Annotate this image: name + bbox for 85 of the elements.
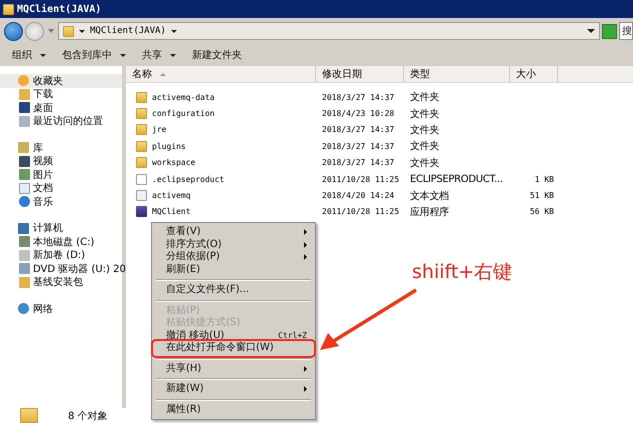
menu-item[interactable]: 在此处打开命令窗口(W) [154, 342, 313, 354]
dropdown-caret-icon [587, 29, 595, 33]
table-cell-text: 2018/3/27 14:37 [321, 158, 396, 168]
sidebar-item[interactable]: 收藏夹 [0, 74, 122, 88]
window-title: MQClient(JAVA) [17, 4, 102, 14]
folder-icon [3, 4, 14, 14]
file-name[interactable]: configuration [126, 108, 316, 120]
sidebar-item[interactable]: 库 [0, 141, 122, 154]
status-text: 8 个对象 [68, 410, 108, 422]
folder-icon [19, 88, 30, 100]
sidebar-item[interactable]: 新加卷 (D:) [0, 248, 122, 262]
folder-icon [19, 276, 30, 288]
table-cell-text: 56 KB [528, 207, 555, 216]
table-cell-text: 文件夹 [409, 156, 440, 170]
menu-item[interactable]: 撤消 移动(U) Ctrl+Z [154, 330, 313, 342]
toolbar-button[interactable]: 组织 [6, 46, 52, 64]
column-header[interactable]: 大小 [510, 66, 558, 82]
file-name[interactable]: plugins [126, 140, 316, 152]
sidebar-item[interactable]: 计算机 [0, 222, 122, 235]
column-header[interactable]: 类型 [404, 66, 510, 82]
table-cell-text: 文件夹 [409, 124, 440, 137]
address-field[interactable]: MQClient(JAVA) [58, 22, 600, 40]
sidebar-item[interactable]: 网络 [0, 302, 122, 316]
folder-icon [136, 124, 147, 136]
column-header[interactable]: 名称 [126, 66, 316, 82]
file-name[interactable]: workspace [126, 157, 316, 168]
table-cell-text: 1 KB [534, 174, 555, 184]
address-path: MQClient(JAVA) [90, 26, 166, 36]
table-cell-text: 文件夹 [409, 108, 440, 121]
sidebar-item[interactable]: 图片 [0, 168, 122, 182]
sidebar-item[interactable]: 基线安装包 [0, 276, 122, 289]
text-file-icon [136, 190, 147, 202]
sidebar-item[interactable]: 桌面 [0, 101, 122, 114]
menu-item[interactable]: 新建(W) [154, 383, 313, 396]
search-field[interactable]: 搜 [619, 22, 633, 40]
table-cell-text: 2018/3/27 14:37 [321, 125, 396, 134]
table-cell-text: 2011/10/28 11:25 [321, 174, 400, 184]
folder-icon [136, 157, 147, 168]
menu-item[interactable]: 共享(H) [154, 362, 313, 375]
folder-icon [136, 108, 147, 120]
toolbar-button[interactable]: 共享 [136, 46, 182, 64]
sidebar-item[interactable]: 音乐 [0, 195, 122, 208]
sort-arrow-icon [160, 72, 166, 76]
back-button[interactable] [4, 22, 23, 40]
sidebar-item[interactable]: 视频 [0, 154, 122, 168]
table-cell-text: 2018/4/23 10:28 [321, 109, 396, 118]
table-cell-text: 文件夹 [409, 90, 440, 104]
file-icon [136, 174, 147, 185]
table-cell-text: 应用程序 [409, 206, 450, 219]
menu-item[interactable]: 查看(V) [154, 226, 313, 238]
sidebar-item[interactable]: 文档 [0, 182, 122, 195]
folder-icon [63, 26, 74, 36]
shortcut-text: Ctrl+Z [278, 330, 307, 342]
column-header[interactable]: 修改日期 [316, 66, 404, 82]
table-cell-text: 文本文档 [409, 190, 450, 203]
menu-item[interactable]: 刷新(E) [154, 264, 313, 276]
menu-item[interactable]: 分组依据(P) [154, 251, 313, 264]
menu-item[interactable]: 自定义文件夹(F)... [154, 284, 313, 296]
toolbar-button[interactable]: 包含到库中 [56, 46, 132, 64]
sidebar-item[interactable]: 下载 [0, 88, 122, 101]
folder-icon [136, 140, 147, 152]
table-cell-text: 2011/10/28 11:25 [321, 207, 400, 216]
file-name[interactable]: MQClient [126, 206, 316, 218]
sidebar-item[interactable]: 最近访问的位置 [0, 114, 122, 128]
table-cell-text: 文件夹 [409, 140, 440, 154]
table-cell-text: 51 KB [528, 191, 555, 200]
file-name[interactable]: .eclipseproduct [126, 174, 316, 185]
menu-item[interactable]: 属性(R) [154, 404, 313, 416]
folder-icon [136, 92, 147, 103]
annotation-text: shiift+右键 [412, 260, 512, 285]
toolbar-button[interactable]: 新建文件夹 [186, 46, 248, 64]
table-cell-text: 2018/3/27 14:37 [321, 92, 396, 102]
file-name[interactable]: activemq-data [126, 92, 316, 103]
file-name[interactable]: activemq [126, 190, 316, 202]
history-caret-icon[interactable] [48, 29, 54, 33]
menu-item[interactable]: 排序方式(O) [154, 238, 313, 251]
table-cell-text: ECLIPSEPRODUCT... [409, 174, 504, 185]
file-name[interactable]: jre [126, 124, 316, 136]
breadcrumb-caret-icon [170, 30, 177, 32]
table-cell-text: 2018/4/20 14:24 [321, 191, 396, 200]
table-cell-text: 2018/3/27 14:37 [321, 142, 396, 151]
folder-icon [20, 408, 38, 423]
refresh-button[interactable] [602, 24, 617, 38]
sidebar-item[interactable]: 本地磁盘 (C:) [0, 235, 122, 248]
breadcrumb-caret-icon [79, 30, 85, 32]
